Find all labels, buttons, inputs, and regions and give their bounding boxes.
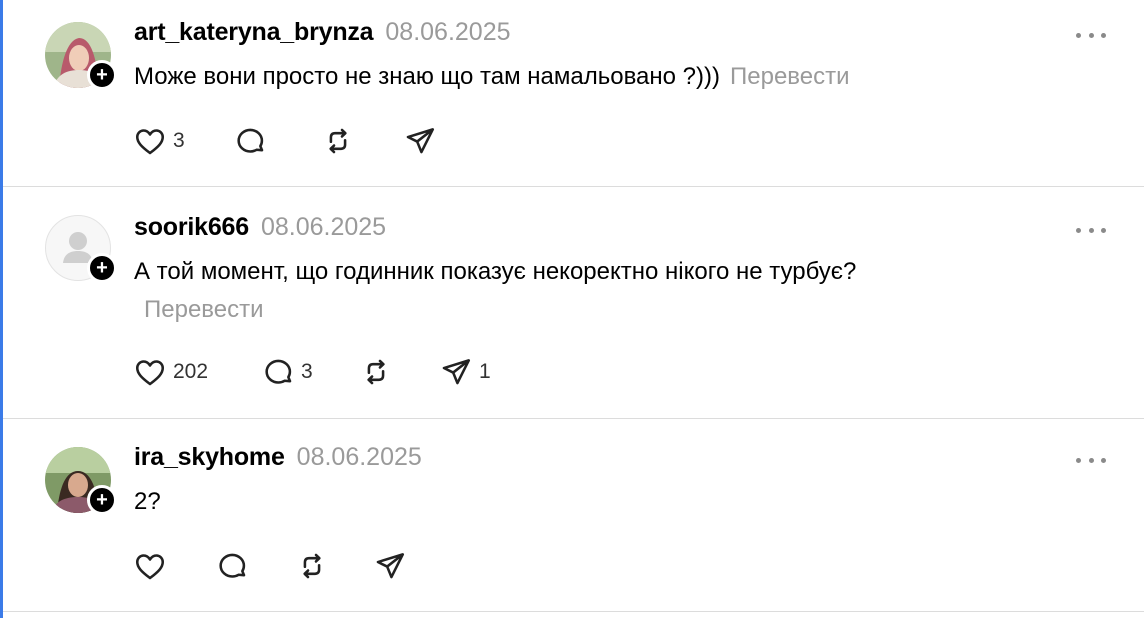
comment-header: ira_skyhome 08.06.2025 [134, 443, 422, 472]
comment-text: А той момент, що годинник показує некоре… [134, 253, 894, 329]
send-icon [406, 128, 435, 154]
like-button[interactable]: 202 [133, 355, 261, 389]
comment-item: + soorik666 08.06.2025 А той момент, що … [3, 187, 1144, 419]
like-count: 3 [173, 129, 185, 152]
send-icon [442, 359, 471, 385]
comment-body: 2? [134, 488, 161, 515]
follow-button[interactable]: + [87, 60, 117, 90]
comment-text: 2? [134, 483, 954, 521]
like-button[interactable]: 3 [133, 124, 233, 158]
translate-link[interactable]: Перевести [730, 63, 850, 90]
heart-icon [135, 360, 165, 386]
action-bar: 3 [133, 124, 443, 158]
plus-icon: + [96, 63, 108, 86]
comment-text: Може вони просто не знаю що там намальов… [134, 58, 954, 96]
comment-body: А той момент, що годинник показує некоре… [134, 258, 857, 285]
share-button[interactable] [373, 549, 413, 583]
follow-button[interactable]: + [87, 253, 117, 283]
heart-icon [135, 129, 165, 155]
comment-bubble-icon [265, 359, 292, 384]
comment-feed: + art_kateryna_brynza 08.06.2025 Може во… [3, 0, 1144, 618]
reply-count: 3 [301, 360, 313, 383]
avatar-container: + [45, 22, 117, 90]
repost-icon [303, 553, 321, 579]
post-date: 08.06.2025 [385, 18, 511, 46]
more-dots-icon[interactable] [1076, 223, 1106, 237]
repost-button[interactable] [295, 549, 373, 583]
comment-header: soorik666 08.06.2025 [134, 213, 386, 242]
follow-button[interactable]: + [87, 485, 117, 515]
username-link[interactable]: soorik666 [134, 213, 249, 242]
avatar-container: + [45, 447, 117, 515]
repost-icon [329, 128, 347, 154]
more-dots-icon[interactable] [1076, 453, 1106, 467]
comment-bubble-icon [237, 128, 264, 153]
comment-header: art_kateryna_brynza 08.06.2025 [134, 18, 511, 47]
like-button[interactable] [133, 549, 215, 583]
reply-button[interactable] [215, 549, 295, 583]
comment-item: + art_kateryna_brynza 08.06.2025 Може во… [3, 0, 1144, 187]
reply-button[interactable] [233, 124, 321, 158]
repost-button[interactable] [359, 355, 439, 389]
heart-icon [135, 554, 165, 580]
share-button[interactable]: 1 [439, 355, 491, 389]
action-bar: 202 3 1 [133, 355, 491, 389]
avatar-container: + [45, 215, 117, 283]
comment-bubble-icon [219, 553, 246, 578]
plus-icon: + [96, 256, 108, 279]
username-link[interactable]: art_kateryna_brynza [134, 18, 374, 47]
action-bar [133, 549, 413, 583]
reply-button[interactable]: 3 [261, 355, 359, 389]
send-icon [376, 553, 405, 579]
post-date: 08.06.2025 [296, 443, 422, 471]
username-link[interactable]: ira_skyhome [134, 443, 285, 472]
post-date: 08.06.2025 [260, 213, 387, 241]
translate-link[interactable]: Перевести [144, 296, 264, 323]
repost-icon [367, 359, 385, 385]
share-button[interactable] [403, 124, 443, 158]
repost-button[interactable] [321, 124, 403, 158]
plus-icon: + [96, 488, 108, 511]
share-count: 1 [479, 360, 491, 383]
more-dots-icon[interactable] [1076, 28, 1106, 42]
like-count: 202 [173, 360, 209, 383]
comment-item: + ira_skyhome 08.06.2025 2? [3, 419, 1144, 612]
comment-body: Може вони просто не знаю що там намальов… [134, 63, 720, 90]
